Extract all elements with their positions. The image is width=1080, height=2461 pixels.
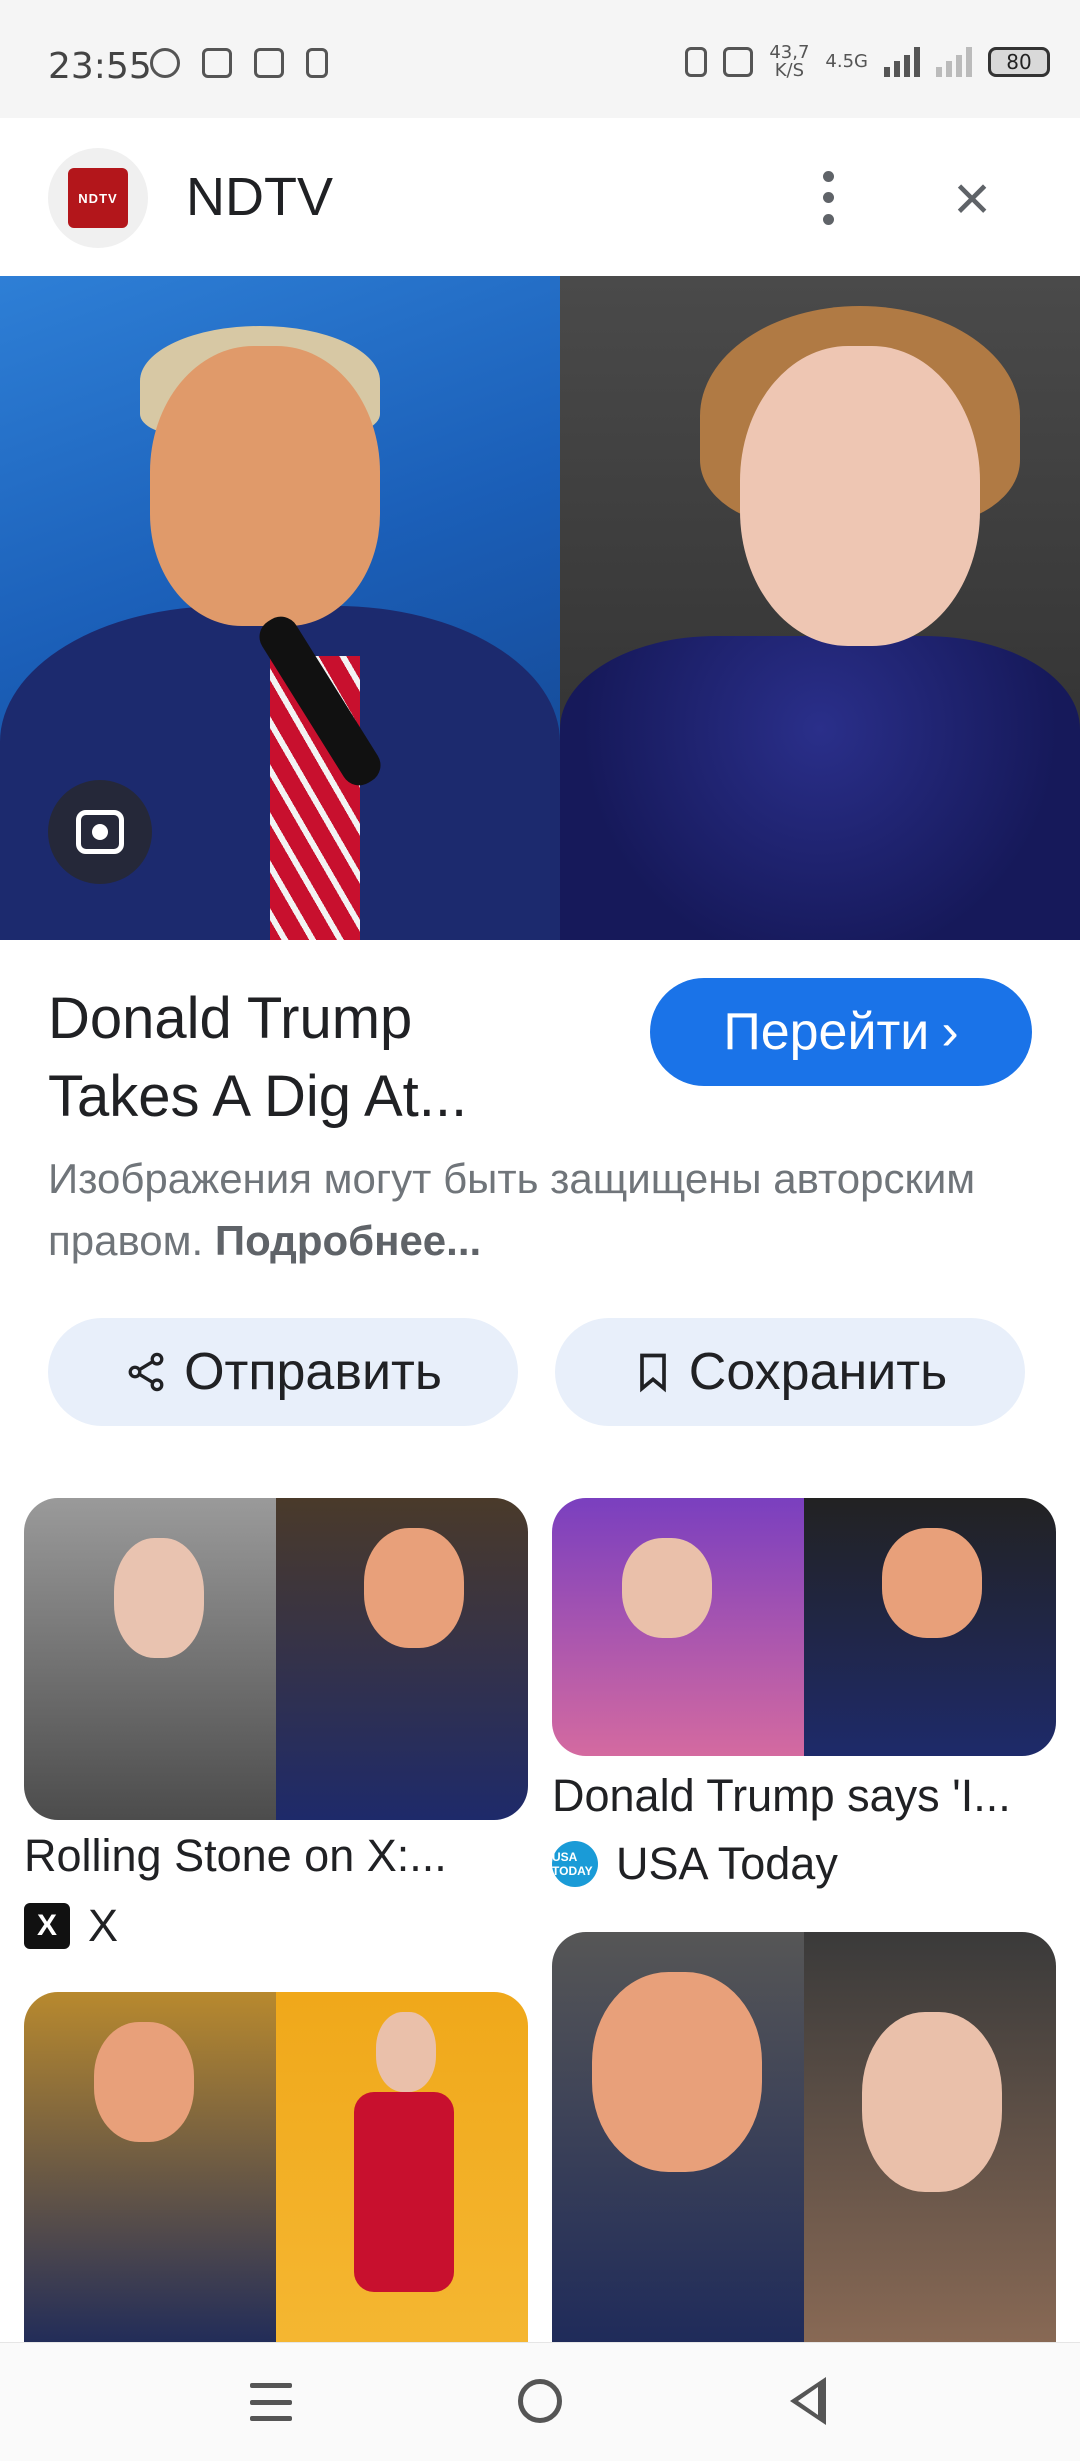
copyright-notice: Изображения могут быть защищены авторски… bbox=[48, 1148, 1008, 1272]
more-options-icon[interactable] bbox=[808, 166, 848, 230]
related-image-1[interactable] bbox=[24, 1498, 528, 1820]
thumb-face bbox=[376, 2012, 436, 2092]
hero-figure2-face bbox=[740, 346, 980, 646]
thumb-face bbox=[862, 2012, 1002, 2192]
mail-icon bbox=[202, 48, 232, 78]
lens-search-button[interactable] bbox=[48, 780, 152, 884]
thumb-dress bbox=[354, 2092, 454, 2292]
save-button[interactable]: Сохранить bbox=[555, 1318, 1025, 1426]
status-bar: 23:55 43,7 K/S 4.5G 80 bbox=[0, 0, 1080, 118]
related-caption-2[interactable]: Donald Trump says 'I... bbox=[552, 1770, 1052, 1822]
back-icon[interactable] bbox=[790, 2377, 826, 2425]
app-header: NDTV NDTV × bbox=[0, 118, 1080, 276]
preview-image[interactable] bbox=[0, 276, 1080, 940]
net-speed: 43,7 K/S bbox=[769, 44, 809, 80]
hero-figure-face bbox=[150, 346, 380, 626]
visit-button[interactable]: Перейти › bbox=[650, 978, 1032, 1086]
signal-icon bbox=[884, 47, 920, 77]
app-notification-icon bbox=[254, 48, 284, 78]
status-time: 23:55 bbox=[48, 46, 152, 87]
thumb-face bbox=[882, 1528, 982, 1638]
share-label: Отправить bbox=[184, 1343, 442, 1401]
related-caption-1[interactable]: Rolling Stone on X:... bbox=[24, 1830, 504, 1882]
phone-icon bbox=[306, 48, 328, 78]
battery-icon: 80 bbox=[988, 47, 1050, 77]
thumb-face bbox=[622, 1538, 712, 1638]
system-nav-bar bbox=[0, 2342, 1080, 2461]
learn-more-link[interactable]: Подробнее... bbox=[215, 1217, 481, 1264]
related-source-name-1: X bbox=[88, 1900, 119, 1951]
bookmark-icon bbox=[639, 1353, 666, 1393]
result-title-line1: Donald Trump bbox=[48, 986, 413, 1051]
related-source-1[interactable]: X X bbox=[24, 1900, 118, 1952]
network-type: 4.5G bbox=[825, 51, 868, 72]
signal-2-icon bbox=[936, 47, 972, 77]
recent-apps-icon[interactable] bbox=[250, 2383, 292, 2421]
related-image-4[interactable] bbox=[552, 1932, 1056, 2352]
nfc-icon bbox=[723, 47, 754, 77]
hero-figure2-dress bbox=[560, 636, 1080, 940]
status-system-icons: 43,7 K/S 4.5G 80 bbox=[685, 44, 1050, 80]
result-title: Donald Trump Takes A Dig At... bbox=[48, 980, 608, 1136]
thumb-face bbox=[114, 1538, 204, 1658]
chevron-right-icon: › bbox=[941, 1003, 959, 1061]
usa-today-logo-icon: USA TODAY bbox=[552, 1841, 598, 1887]
x-logo-icon: X bbox=[24, 1903, 70, 1949]
result-title-line2: Takes A Dig At... bbox=[48, 1064, 468, 1129]
save-label: Сохранить bbox=[688, 1343, 948, 1401]
related-image-2[interactable] bbox=[552, 1498, 1056, 1756]
net-speed-unit: K/S bbox=[774, 60, 805, 81]
related-image-3[interactable] bbox=[24, 1992, 528, 2352]
visit-button-label: Перейти bbox=[723, 1003, 930, 1061]
status-notification-icons bbox=[150, 48, 328, 78]
copyright-text: Изображения могут быть защищены авторски… bbox=[48, 1155, 976, 1264]
thumb-face bbox=[94, 2022, 194, 2142]
share-icon bbox=[128, 1352, 164, 1392]
related-source-2[interactable]: USA TODAY USA Today bbox=[552, 1838, 838, 1890]
settings-icon bbox=[150, 48, 180, 78]
related-source-name-2: USA Today bbox=[616, 1838, 838, 1889]
site-name: NDTV bbox=[186, 167, 333, 227]
lens-icon bbox=[76, 810, 124, 854]
vibrate-icon bbox=[685, 47, 708, 77]
share-button[interactable]: Отправить bbox=[48, 1318, 518, 1426]
site-favicon: NDTV bbox=[48, 148, 148, 248]
thumb-face bbox=[592, 1972, 762, 2172]
thumb-face bbox=[364, 1528, 464, 1648]
home-icon[interactable] bbox=[518, 2379, 562, 2423]
ndtv-logo: NDTV bbox=[68, 168, 128, 228]
close-icon[interactable]: × bbox=[940, 166, 1004, 230]
